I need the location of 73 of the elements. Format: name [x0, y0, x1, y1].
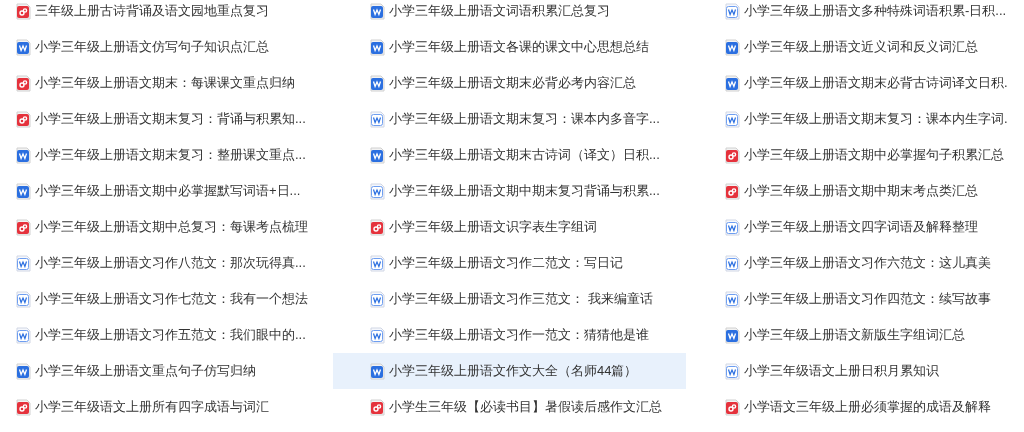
file-title: 小学三年级上册语文期中必掌握默写词语+日...	[35, 182, 301, 201]
file-title: 小学三年级上册语文期末复习：课本内多音字...	[389, 110, 660, 129]
word-document-icon	[370, 146, 385, 164]
word-document-icon	[725, 218, 740, 236]
file-title: 小学三年级上册语文期末：每课课文重点归纳	[35, 74, 295, 93]
file-title: 小学三年级上册语文期中期末考点类汇总	[744, 182, 978, 201]
file-title: 小学三年级上册语文各课的课文中心思想总结	[389, 38, 649, 57]
file-title: 小学三年级上册语文期中总复习：每课考点梳理	[35, 218, 308, 237]
word-document-icon	[725, 326, 740, 344]
pdf-document-icon	[725, 146, 740, 164]
word-document-icon	[725, 74, 740, 92]
file-title: 小学三年级上册语文期中必掌握句子积累汇总	[744, 146, 1004, 165]
file-title: 小学三年级上册语文期末复习：整册课文重点...	[35, 146, 306, 165]
word-document-icon	[16, 254, 31, 272]
word-document-icon	[16, 326, 31, 344]
file-title: 小学三年级上册语文期末古诗词（译文）日积...	[389, 146, 660, 165]
pdf-document-icon	[725, 182, 740, 200]
pdf-document-icon	[370, 218, 385, 236]
file-title: 小学三年级上册语文词语积累汇总复习	[389, 2, 610, 21]
pdf-document-icon	[16, 74, 31, 92]
file-title: 小学三年级上册语文期中期末复习背诵与积累...	[389, 182, 660, 201]
word-document-icon	[725, 362, 740, 380]
file-title: 小学三年级上册语文作文大全（名师44篇）	[389, 362, 638, 381]
pdf-document-icon	[725, 398, 740, 416]
file-item[interactable]: 小学三年级上册语文作文大全（名师44篇）	[333, 353, 686, 389]
word-document-icon	[370, 182, 385, 200]
file-title: 小学三年级上册语文识字表生字组词	[389, 218, 597, 237]
file-title: 小学三年级语文上册日积月累知识	[744, 362, 939, 381]
word-document-icon	[725, 290, 740, 308]
word-document-icon	[370, 254, 385, 272]
word-document-icon	[370, 38, 385, 56]
pdf-document-icon	[370, 398, 385, 416]
word-document-icon	[725, 110, 740, 128]
word-document-icon	[370, 290, 385, 308]
pdf-document-icon	[16, 110, 31, 128]
word-document-icon	[16, 362, 31, 380]
file-title: 三年级上册古诗背诵及语文园地重点复习	[35, 2, 269, 21]
file-title: 小学三年级上册语文期末必背必考内容汇总	[389, 74, 636, 93]
file-title: 小学三年级上册语文期末复习：课本内生字词.	[744, 110, 1008, 129]
file-title: 小学三年级上册语文仿写句子知识点汇总	[35, 38, 269, 57]
word-document-icon	[370, 2, 385, 20]
file-title: 小学三年级上册语文习作七范文：我有一个想法	[35, 290, 308, 309]
file-title: 小学三年级语文上册所有四字成语与词汇	[35, 398, 269, 417]
file-title: 小学三年级上册语文习作八范文：那次玩得真...	[35, 254, 306, 273]
word-document-icon	[16, 38, 31, 56]
word-document-icon	[16, 146, 31, 164]
file-title: 小学三年级上册语文习作五范文：我们眼中的...	[35, 326, 306, 345]
file-title: 小学三年级上册语文多种特殊词语积累-日积...	[744, 2, 1007, 21]
file-title: 小学三年级上册语文重点句子仿写归纳	[35, 362, 256, 381]
word-document-icon	[370, 74, 385, 92]
file-title: 小学生三年级【必读书目】暑假读后感作文汇总	[389, 398, 662, 417]
pdf-document-icon	[16, 398, 31, 416]
word-document-icon	[370, 110, 385, 128]
word-document-icon	[725, 38, 740, 56]
file-title: 小学三年级上册语文习作三范文： 我来编童话	[389, 290, 653, 309]
file-title: 小学三年级上册语文习作二范文：写日记	[389, 254, 623, 273]
file-title: 小学三年级上册语文习作四范文：续写故事	[744, 290, 991, 309]
word-document-icon	[16, 290, 31, 308]
pdf-document-icon	[16, 2, 31, 20]
word-document-icon	[725, 2, 740, 20]
file-title: 小学三年级上册语文期末复习：背诵与积累知...	[35, 110, 306, 129]
file-title: 小学三年级上册语文四字词语及解释整理	[744, 218, 978, 237]
file-title: 小学语文三年级上册必须掌握的成语及解释	[744, 398, 991, 417]
file-title: 小学三年级上册语文期末必背古诗词译文日积.	[744, 74, 1008, 93]
word-document-icon	[725, 254, 740, 272]
file-title: 小学三年级上册语文近义词和反义词汇总	[744, 38, 978, 57]
file-title: 小学三年级上册语文习作一范文：猜猜他是谁	[389, 326, 649, 345]
pdf-document-icon	[16, 218, 31, 236]
word-document-icon	[370, 326, 385, 344]
file-title: 小学三年级上册语文习作六范文：这儿真美	[744, 254, 991, 273]
file-title: 小学三年级上册语文新版生字组词汇总	[744, 326, 965, 345]
word-document-icon	[370, 362, 385, 380]
word-document-icon	[16, 182, 31, 200]
